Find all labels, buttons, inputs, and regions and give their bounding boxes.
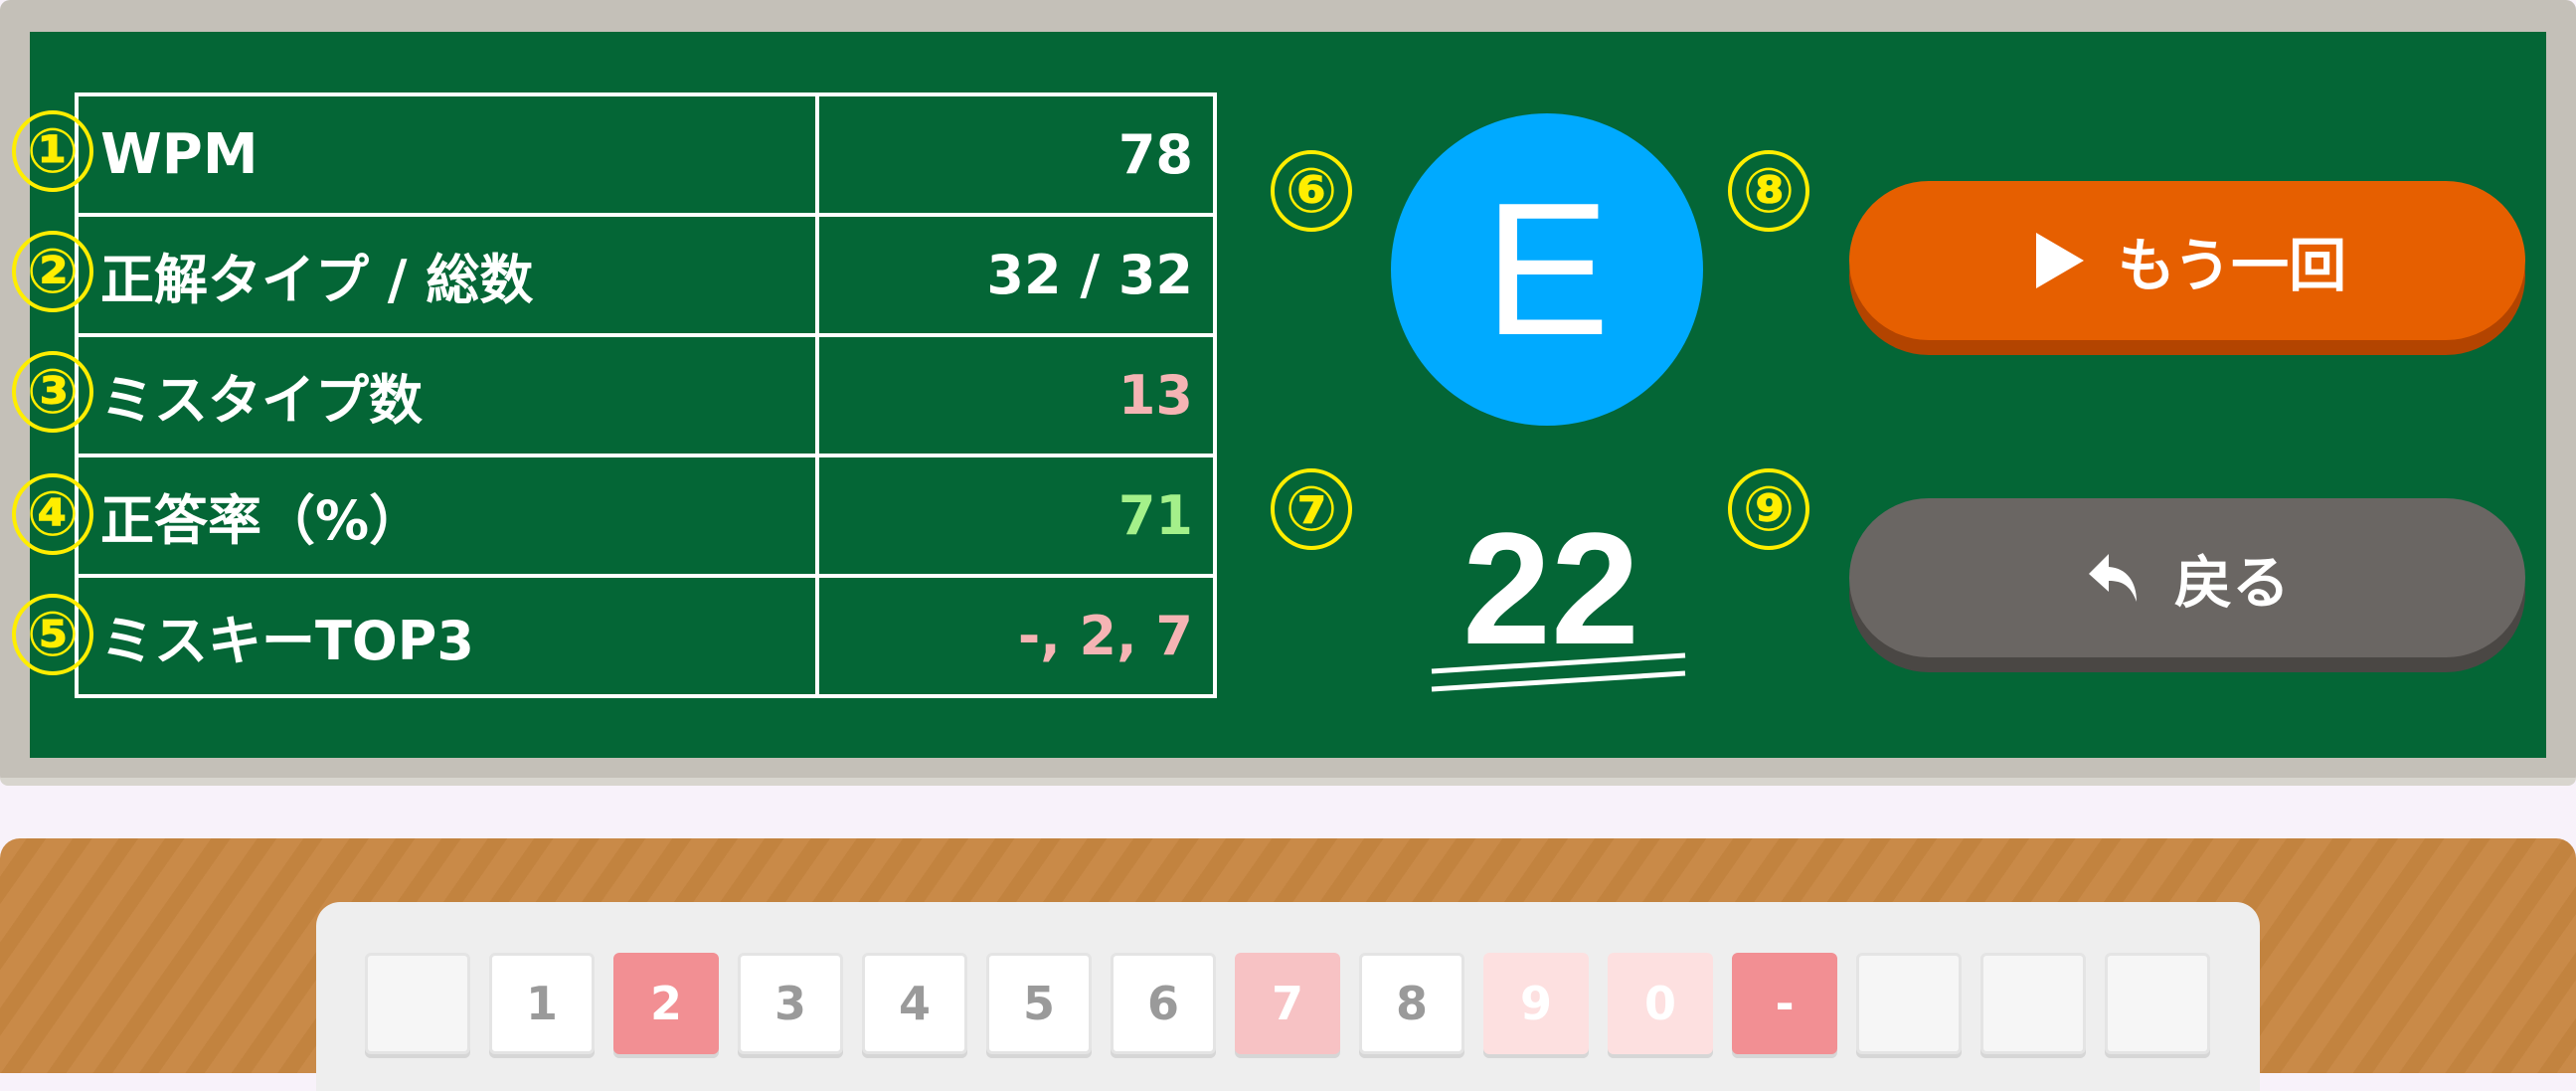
marker-3: ③ [12, 351, 93, 433]
stats-label: ミスタイプ数 [75, 333, 819, 457]
stats-label: WPM [75, 92, 819, 217]
stats-value: 32 / 32 [815, 213, 1217, 337]
key-2: 2 [613, 953, 719, 1054]
marker-2: ② [12, 231, 93, 312]
double-underline [1431, 652, 1686, 692]
undo-arrow-icon [2088, 554, 2137, 602]
key-9: 9 [1483, 953, 1589, 1054]
key-minus: - [1732, 953, 1837, 1054]
stats-label: ミスキーTOP3 [75, 574, 819, 698]
key-8: 8 [1359, 953, 1464, 1054]
stats-row-accuracy: 正答率（%） 71 [75, 454, 1217, 578]
chalkboard-frame: WPM 78 正解タイプ / 総数 32 / 32 ミスタイプ数 13 正答率（… [0, 0, 2576, 786]
stats-row-miss-keys: ミスキーTOP3 -, 2, 7 [75, 574, 1217, 698]
key-3: 3 [738, 953, 843, 1054]
key-1: 1 [489, 953, 595, 1054]
marker-8: ⑧ [1728, 150, 1809, 232]
play-icon [2035, 233, 2084, 288]
stats-value: 71 [815, 454, 1217, 578]
retry-button-label: もう一回 [2117, 232, 2347, 299]
back-button-label: 戻る [2173, 549, 2290, 617]
marker-6: ⑥ [1271, 150, 1352, 232]
key-blank [1980, 953, 2086, 1054]
key-5: 5 [986, 953, 1092, 1054]
key-6: 6 [1111, 953, 1216, 1054]
chalkboard: WPM 78 正解タイプ / 総数 32 / 32 ミスタイプ数 13 正答率（… [30, 32, 2546, 758]
stats-label: 正解タイプ / 総数 [75, 213, 819, 337]
key-blank [1856, 953, 1962, 1054]
retry-button[interactable]: もう一回 [1849, 181, 2525, 340]
stats-row-correct-total: 正解タイプ / 総数 32 / 32 [75, 213, 1217, 337]
stats-row-wpm: WPM 78 [75, 92, 1217, 217]
marker-4: ④ [12, 473, 93, 555]
stats-value: 78 [815, 92, 1217, 217]
stats-row-miss-count: ミスタイプ数 13 [75, 333, 1217, 457]
marker-9: ⑨ [1728, 468, 1809, 550]
rank-badge: E [1391, 113, 1703, 426]
result-stats-table: WPM 78 正解タイプ / 総数 32 / 32 ミスタイプ数 13 正答率（… [75, 92, 1217, 698]
key-4: 4 [862, 953, 967, 1054]
back-button[interactable]: 戻る [1849, 498, 2525, 657]
key-blank [2105, 953, 2210, 1054]
stats-value: -, 2, 7 [815, 574, 1217, 698]
marker-7: ⑦ [1271, 468, 1352, 550]
stats-value: 13 [815, 333, 1217, 457]
stats-label: 正答率（%） [75, 454, 819, 578]
marker-1: ① [12, 110, 93, 192]
marker-5: ⑤ [12, 594, 93, 675]
key-7: 7 [1235, 953, 1340, 1054]
key-0: 0 [1608, 953, 1713, 1054]
key-blank [365, 953, 470, 1054]
